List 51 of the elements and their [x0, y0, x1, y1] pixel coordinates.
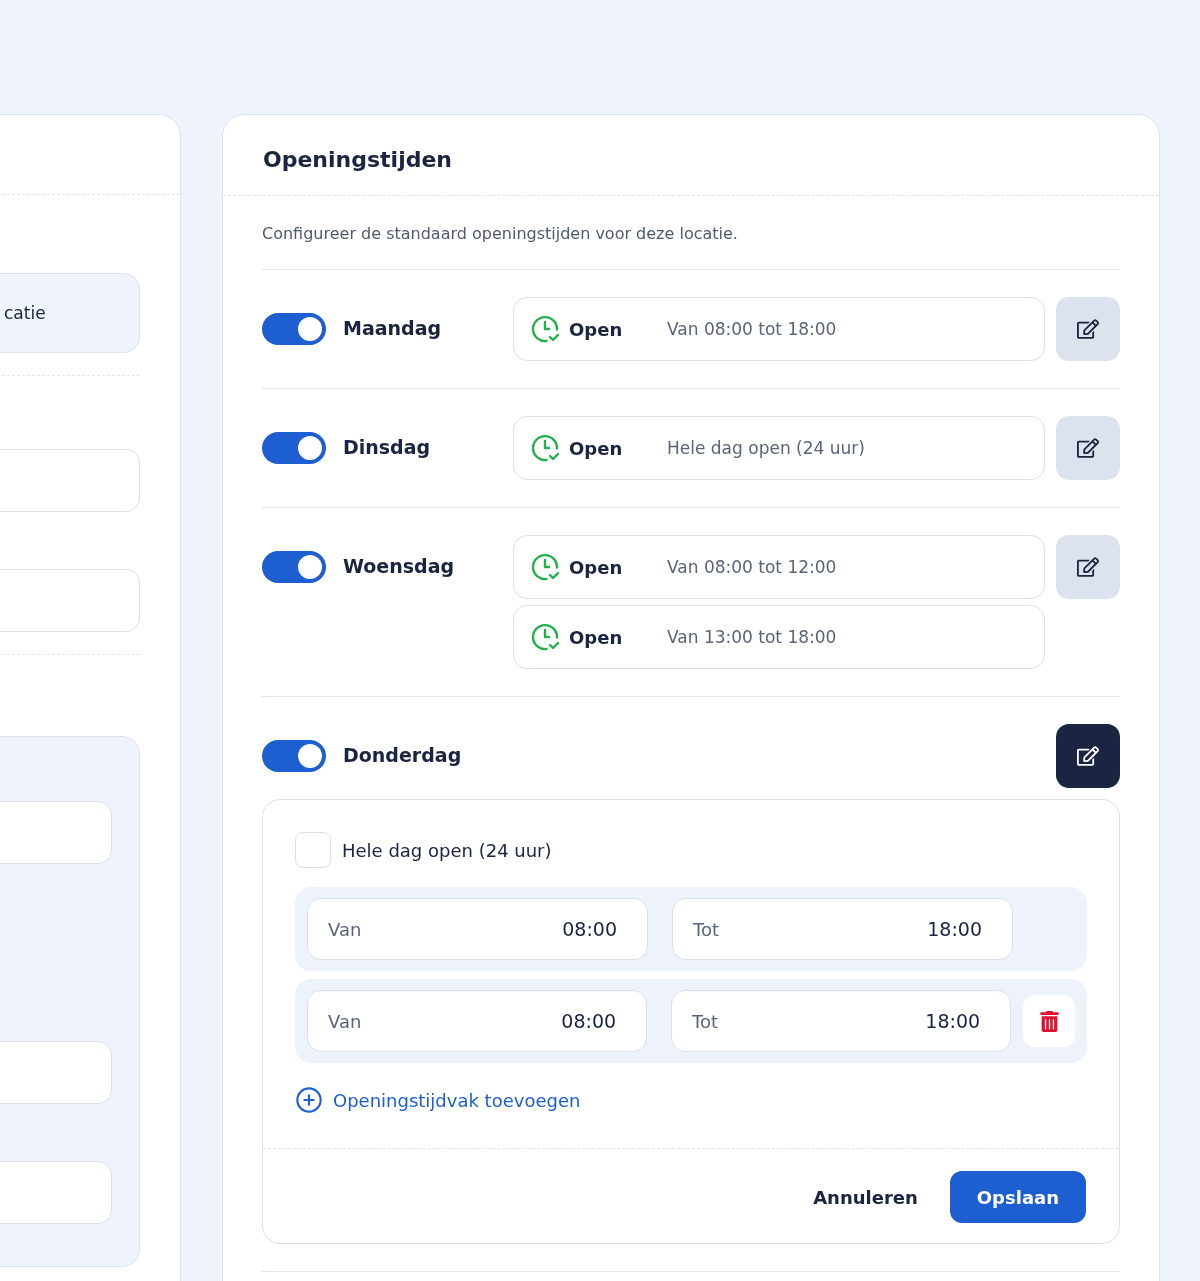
slot-hours: Van 08:00 tot 18:00: [667, 319, 837, 339]
slot-hours: Hele dag open (24 uur): [667, 438, 865, 458]
edit-icon: [1077, 437, 1099, 459]
checkbox[interactable]: [295, 832, 331, 868]
from-time-field[interactable]: Van 08:00: [307, 898, 648, 960]
plus-circle-icon: [295, 1086, 323, 1114]
day-toggle[interactable]: [262, 551, 326, 583]
field-value: 18:00: [925, 1010, 981, 1032]
edit-icon: [1077, 556, 1099, 578]
to-time-field[interactable]: Tot 18:00: [671, 990, 1012, 1052]
clock-check-icon: [531, 622, 561, 652]
field-value: 18:00: [927, 918, 982, 940]
day-toggle[interactable]: [262, 432, 326, 464]
to-time-field[interactable]: Tot 18:00: [672, 898, 1013, 960]
add-slot-link[interactable]: Openingstijdvak toevoegen: [295, 1086, 581, 1114]
card-title: Openingstijden: [263, 146, 452, 172]
delete-button[interactable]: [1023, 995, 1075, 1047]
edit-icon: [1077, 745, 1099, 767]
field-value: 08:00: [561, 1010, 617, 1032]
field-value: 08:00: [562, 918, 617, 940]
field-label: Van: [328, 1010, 362, 1032]
field-label: Tot: [692, 1010, 719, 1032]
slot-status: Open: [569, 556, 624, 578]
slot-status: Open: [569, 437, 624, 459]
edit-button[interactable]: [1056, 724, 1120, 788]
location-item[interactable]: catie: [0, 273, 140, 353]
day-toggle[interactable]: [262, 313, 326, 345]
day-name: Donderdag: [343, 744, 463, 766]
day-toggle[interactable]: [262, 740, 326, 772]
clock-check-icon: [531, 314, 561, 344]
cancel-button[interactable]: Annuleren: [807, 1185, 924, 1209]
day-name: Woensdag: [343, 555, 456, 577]
edit-button[interactable]: [1056, 297, 1120, 361]
edit-button[interactable]: [1056, 535, 1120, 599]
day-name: Dinsdag: [343, 436, 432, 458]
edit-icon: [1077, 318, 1099, 340]
description: Configureer de standaard openingstijden voor deze locatie.: [262, 196, 1120, 270]
clock-check-icon: [531, 433, 561, 463]
slot-hours: Van 13:00 tot 18:00: [667, 627, 837, 647]
from-time-field[interactable]: Van 08:00: [307, 990, 648, 1052]
clock-check-icon: [531, 552, 561, 582]
field-label: Tot: [693, 918, 719, 940]
slot-hours: Van 08:00 tot 12:00: [667, 557, 837, 577]
save-button[interactable]: Opslaan: [949, 1171, 1086, 1223]
slot-status: Open: [569, 318, 624, 340]
slot-status: Open: [569, 626, 624, 648]
edit-button[interactable]: [1056, 416, 1120, 480]
trash-icon: [1038, 1010, 1060, 1032]
day-name: Maandag: [343, 317, 443, 339]
checkbox-label: Hele dag open (24 uur): [342, 839, 552, 861]
field-label: Van: [328, 918, 362, 940]
